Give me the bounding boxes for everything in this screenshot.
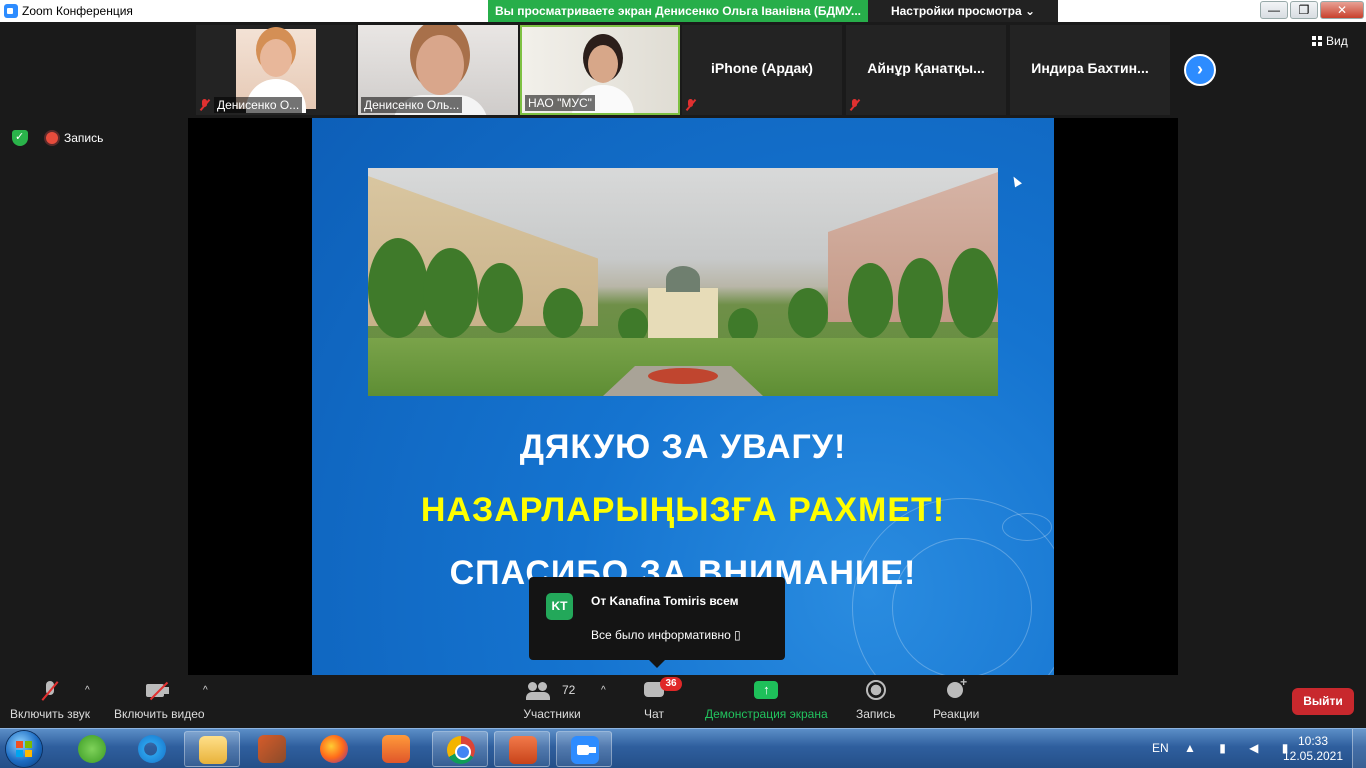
- window-title: Zoom Конференция: [22, 4, 133, 18]
- video-options-caret[interactable]: ^: [203, 685, 208, 696]
- close-button[interactable]: ✕: [1320, 1, 1364, 19]
- utorrent-icon: [78, 735, 106, 763]
- video-tile[interactable]: Денисенко Оль...: [358, 25, 518, 115]
- record-button[interactable]: Запись: [856, 679, 895, 721]
- mic-muted-icon: [850, 99, 860, 111]
- view-options-button[interactable]: Настройки просмотра ⌄: [868, 0, 1058, 22]
- chat-unread-badge: 36: [660, 677, 682, 691]
- recording-dot-icon: [46, 132, 58, 144]
- reactions-label: Реакции: [933, 707, 980, 721]
- chat-label: Чат: [644, 707, 664, 721]
- window-titlebar: Zoom Конференция Вы просматриваете экран…: [0, 0, 1366, 22]
- firefox-icon: [320, 735, 348, 763]
- share-screen-icon: [754, 679, 779, 703]
- record-label: Запись: [856, 707, 896, 721]
- grid-icon: [1312, 36, 1322, 46]
- clock-time: 10:33: [1297, 734, 1329, 748]
- chrome-icon: [447, 736, 475, 764]
- video-strip: Денисенко О... Денисенко Оль... НАО "МУС…: [0, 22, 1366, 118]
- window-controls: — ❐ ✕: [1258, 1, 1364, 19]
- microphone-muted-icon: [43, 679, 57, 703]
- participants-icon: [526, 679, 552, 703]
- zoom-app-icon: [4, 4, 18, 18]
- participant-name: НАО "МУС": [525, 95, 595, 111]
- chat-message: Все было информативно ▯: [591, 628, 741, 642]
- video-tile[interactable]: Индира Бахтин...: [1010, 25, 1170, 115]
- next-page-button[interactable]: ›: [1184, 54, 1216, 86]
- reactions-button[interactable]: Реакции: [933, 675, 980, 721]
- screen-share-banner: Вы просматриваете экран Денисенко Ольга …: [488, 0, 868, 22]
- zoom-icon: [571, 736, 599, 764]
- view-label: Вид: [1326, 34, 1348, 48]
- participants-options-caret[interactable]: ^: [601, 685, 606, 696]
- view-button[interactable]: Вид: [1312, 34, 1348, 48]
- windows-taskbar: EN ▲ ▮ ◀ ▮ 10:33 12.05.2021: [0, 728, 1366, 768]
- mic-muted-icon: [200, 99, 210, 111]
- video-tile[interactable]: Айнұр Қанатқы...: [846, 25, 1006, 115]
- participants-icon-group: 72: [522, 679, 582, 703]
- sender-avatar: KT: [546, 593, 573, 620]
- participant-name: Денисенко Оль...: [361, 97, 463, 113]
- start-video-label: Включить видео: [114, 707, 205, 721]
- minimize-button[interactable]: —: [1260, 1, 1288, 19]
- recording-label: Запись: [64, 131, 104, 145]
- share-screen-label: Демонстрация экрана: [705, 707, 828, 721]
- chat-notification[interactable]: KT От Kanafina Tomiris всем Все было инф…: [529, 577, 785, 668]
- participants-label: Участники: [523, 707, 581, 721]
- mic-muted-icon: [686, 99, 696, 111]
- taskbar-app-explorer[interactable]: [184, 731, 240, 767]
- video-tile[interactable]: iPhone (Ардак): [682, 25, 842, 115]
- unmute-label: Включить звук: [10, 707, 91, 721]
- participants-count: 72: [562, 683, 576, 697]
- maximize-button[interactable]: ❐: [1290, 1, 1318, 19]
- share-screen-button[interactable]: Демонстрация экрана: [705, 679, 828, 721]
- chat-sender: От Kanafina Tomiris всем: [591, 594, 739, 608]
- video-tile-active-speaker[interactable]: НАО "МУС": [520, 25, 680, 115]
- taskbar-app-ie[interactable]: [124, 731, 180, 767]
- taskbar-app-utorrent[interactable]: [64, 731, 120, 767]
- internet-explorer-icon: [138, 735, 166, 763]
- media-player-icon: [382, 735, 410, 763]
- meeting-toolbar: Включить звук ^ Включить видео ^ 72 Учас…: [0, 675, 1366, 728]
- slide-thanks-ukrainian: ДЯКУЮ ЗА УВАГУ!: [519, 428, 847, 466]
- leave-meeting-button[interactable]: Выйти: [1292, 688, 1354, 715]
- encryption-shield-icon[interactable]: [12, 130, 28, 146]
- city-square-photo: [368, 168, 998, 396]
- participant-name: Айнұр Қанатқы...: [867, 60, 985, 76]
- taskbar-app-tool[interactable]: [244, 731, 300, 767]
- language-indicator[interactable]: EN: [1152, 741, 1169, 755]
- system-clock[interactable]: 10:33 12.05.2021: [1282, 734, 1344, 764]
- taskbar-app-chrome[interactable]: [432, 731, 488, 767]
- powerpoint-icon: [509, 736, 537, 764]
- participant-name: Индира Бахтин...: [1031, 60, 1149, 76]
- recording-indicator[interactable]: Запись: [46, 131, 103, 145]
- participant-name: Денисенко О...: [214, 97, 303, 113]
- tool-icon: [258, 735, 286, 763]
- video-tile[interactable]: Денисенко О...: [196, 25, 356, 115]
- taskbar-app-zoom[interactable]: [556, 731, 612, 767]
- camera-off-icon: [146, 679, 172, 703]
- slide-thanks-kazakh: НАЗАРЛАРЫҢЫЗҒА РАХМЕТ!: [420, 491, 946, 529]
- taskbar-app-media[interactable]: [368, 731, 424, 767]
- audio-options-caret[interactable]: ^: [85, 685, 90, 696]
- unmute-button[interactable]: Включить звук: [10, 679, 90, 721]
- participants-button[interactable]: 72 Участники: [522, 679, 582, 721]
- taskbar-app-firefox[interactable]: [306, 731, 362, 767]
- participant-name: iPhone (Ардак): [711, 60, 813, 76]
- clock-date: 12.05.2021: [1282, 749, 1344, 763]
- record-icon: [865, 679, 887, 703]
- start-video-button[interactable]: Включить видео: [114, 679, 205, 721]
- reactions-icon: [945, 675, 967, 703]
- start-button[interactable]: [6, 731, 42, 767]
- file-explorer-icon: [199, 736, 227, 764]
- show-desktop-button[interactable]: [1352, 729, 1366, 768]
- taskbar-app-powerpoint[interactable]: [494, 731, 550, 767]
